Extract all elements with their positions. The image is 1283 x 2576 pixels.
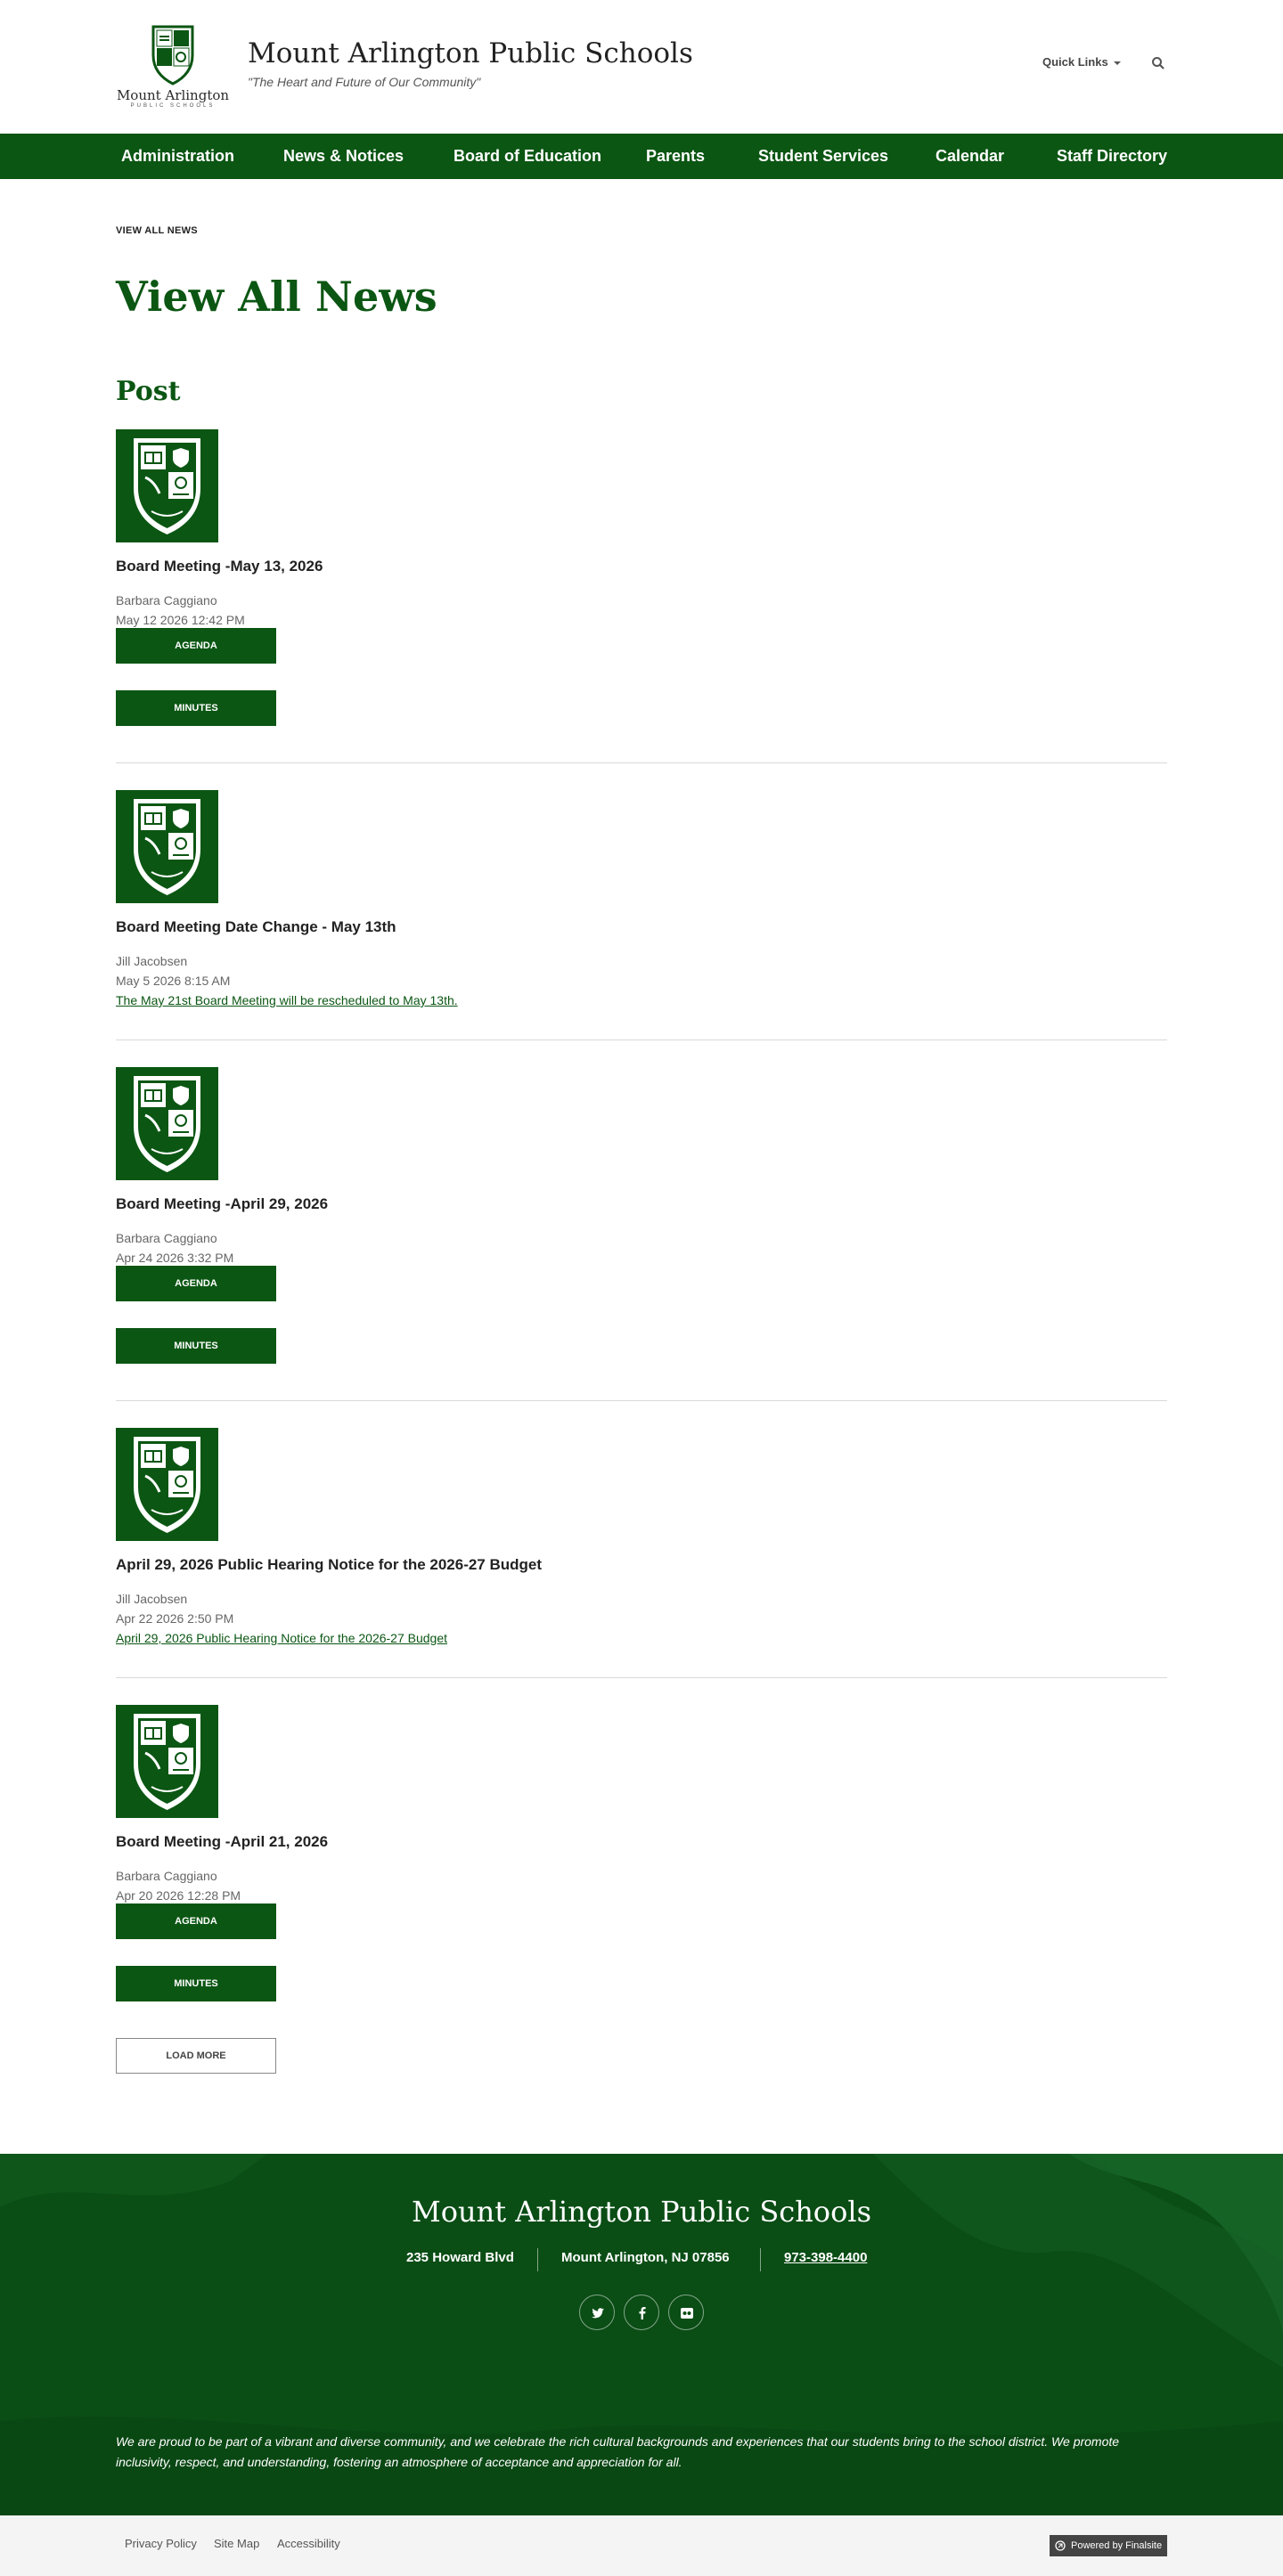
bottom-bar: Privacy Policy Site Map Accessibility Po… <box>0 2515 1283 2576</box>
post-title[interactable]: April 29, 2026 Public Hearing Notice for… <box>116 1556 542 1574</box>
crest-icon <box>134 1437 200 1533</box>
caret-down-icon <box>1114 61 1122 65</box>
nav-item-administration[interactable]: Administration <box>121 134 234 179</box>
news-post: Board Meeting -May 13, 2026 Barbara Cagg… <box>116 429 1167 726</box>
news-post: Board Meeting -April 29, 2026 Barbara Ca… <box>116 1067 1167 1364</box>
crest-icon <box>134 438 200 534</box>
quick-links-label: Quick Links <box>1042 55 1108 69</box>
crest-icon <box>134 1076 200 1172</box>
post-date: Apr 24 2026 3:32 PM <box>116 1251 234 1265</box>
nav-item-board-of-education[interactable]: Board of Education <box>454 134 601 179</box>
main-nav: Administration News & Notices Board of E… <box>0 134 1283 179</box>
post-divider <box>116 1039 1167 1040</box>
post-title[interactable]: Board Meeting -April 21, 2026 <box>116 1833 328 1851</box>
site-header: Mount Arlington PUBLIC SCHOOLS Mount Arl… <box>0 0 1283 134</box>
post-thumbnail[interactable] <box>116 1428 218 1541</box>
site-map-link[interactable]: Site Map <box>214 2537 259 2550</box>
nav-item-calendar[interactable]: Calendar <box>936 134 1004 179</box>
post-date: Apr 20 2026 12:28 PM <box>116 1888 241 1903</box>
footer-street: 235 Howard Blvd <box>406 2250 514 2265</box>
post-divider <box>116 762 1167 763</box>
post-title[interactable]: Board Meeting -April 29, 2026 <box>116 1195 328 1213</box>
flickr-link[interactable] <box>668 2295 704 2330</box>
footer-phone-link[interactable]: 973-398-4400 <box>784 2250 867 2265</box>
powered-by-label: Powered by Finalsite <box>1071 2540 1163 2551</box>
news-post: April 29, 2026 Public Hearing Notice for… <box>116 1428 1167 1651</box>
post-title[interactable]: Board Meeting Date Change - May 13th <box>116 918 396 936</box>
post-author: Jill Jacobsen <box>116 1592 188 1606</box>
post-author: Barbara Caggiano <box>116 1231 217 1245</box>
nav-item-news-notices[interactable]: News & Notices <box>283 134 404 179</box>
crest-icon <box>134 799 200 895</box>
post-divider <box>116 1400 1167 1401</box>
post-date: May 5 2026 8:15 AM <box>116 974 231 988</box>
search-button[interactable] <box>1148 53 1169 73</box>
search-icon <box>1152 57 1165 69</box>
news-post: Board Meeting -April 21, 2026 Barbara Ca… <box>116 1705 1167 2001</box>
site-footer: Mount Arlington Public Schools 235 Howar… <box>0 2154 1283 2515</box>
twitter-icon <box>592 2308 604 2319</box>
post-date: May 12 2026 12:42 PM <box>116 613 245 627</box>
post-link[interactable]: The May 21st Board Meeting will be resch… <box>116 993 458 1007</box>
post-thumbnail[interactable] <box>116 1705 218 1818</box>
quick-links-dropdown[interactable]: Quick Links <box>1042 55 1122 69</box>
powered-by-finalsite-badge[interactable]: Powered by Finalsite <box>1050 2535 1167 2556</box>
flickr-icon <box>681 2308 693 2319</box>
site-title[interactable]: Mount Arlington Public Schools <box>248 37 693 69</box>
site-tagline: "The Heart and Future of Our Community" <box>248 75 481 89</box>
footer-separator <box>760 2248 761 2271</box>
facebook-link[interactable] <box>624 2295 659 2330</box>
agenda-button[interactable]: AGENDA <box>116 1266 276 1301</box>
footer-diversity-statement: We are proud to be part of a vibrant and… <box>116 2434 1120 2469</box>
post-link[interactable]: April 29, 2026 Public Hearing Notice for… <box>116 1631 447 1645</box>
footer-site-name: Mount Arlington Public Schools <box>412 2195 871 2229</box>
load-more-button[interactable]: LOAD MORE <box>116 2038 276 2074</box>
post-thumbnail[interactable] <box>116 1067 218 1180</box>
news-post: Board Meeting Date Change - May 13th Jil… <box>116 790 1167 1013</box>
minutes-button[interactable]: MINUTES <box>116 1328 276 1364</box>
section-title: Post <box>116 376 181 407</box>
facebook-icon <box>639 2307 646 2319</box>
breadcrumb[interactable]: VIEW ALL NEWS <box>116 225 198 236</box>
post-author: Barbara Caggiano <box>116 1869 217 1883</box>
page-title: View All News <box>116 273 437 321</box>
nav-item-parents[interactable]: Parents <box>646 134 705 179</box>
post-author: Jill Jacobsen <box>116 954 188 968</box>
post-date: Apr 22 2026 2:50 PM <box>116 1611 234 1626</box>
logo-subtitle: PUBLIC SCHOOLS <box>130 103 216 109</box>
twitter-link[interactable] <box>579 2295 615 2330</box>
agenda-button[interactable]: AGENDA <box>116 1903 276 1939</box>
footer-separator <box>537 2248 538 2271</box>
post-title[interactable]: Board Meeting -May 13, 2026 <box>116 558 323 575</box>
post-thumbnail[interactable] <box>116 429 218 542</box>
post-divider <box>116 1677 1167 1678</box>
accessibility-link[interactable]: Accessibility <box>277 2537 340 2550</box>
agenda-button[interactable]: AGENDA <box>116 628 276 664</box>
logo-name: Mount Arlington <box>116 87 230 103</box>
footer-city: Mount Arlington, NJ 07856 <box>561 2250 730 2265</box>
post-author: Barbara Caggiano <box>116 593 217 607</box>
crest-icon <box>151 25 194 86</box>
post-thumbnail[interactable] <box>116 790 218 903</box>
privacy-policy-link[interactable]: Privacy Policy <box>125 2537 197 2550</box>
minutes-button[interactable]: MINUTES <box>116 690 276 726</box>
nav-item-staff-directory[interactable]: Staff Directory <box>1057 134 1167 179</box>
minutes-button[interactable]: MINUTES <box>116 1966 276 2001</box>
district-logo[interactable]: Mount Arlington PUBLIC SCHOOLS <box>116 23 230 109</box>
finalsite-logo-icon <box>1055 2540 1066 2551</box>
nav-item-student-services[interactable]: Student Services <box>758 134 888 179</box>
crest-icon <box>134 1714 200 1810</box>
